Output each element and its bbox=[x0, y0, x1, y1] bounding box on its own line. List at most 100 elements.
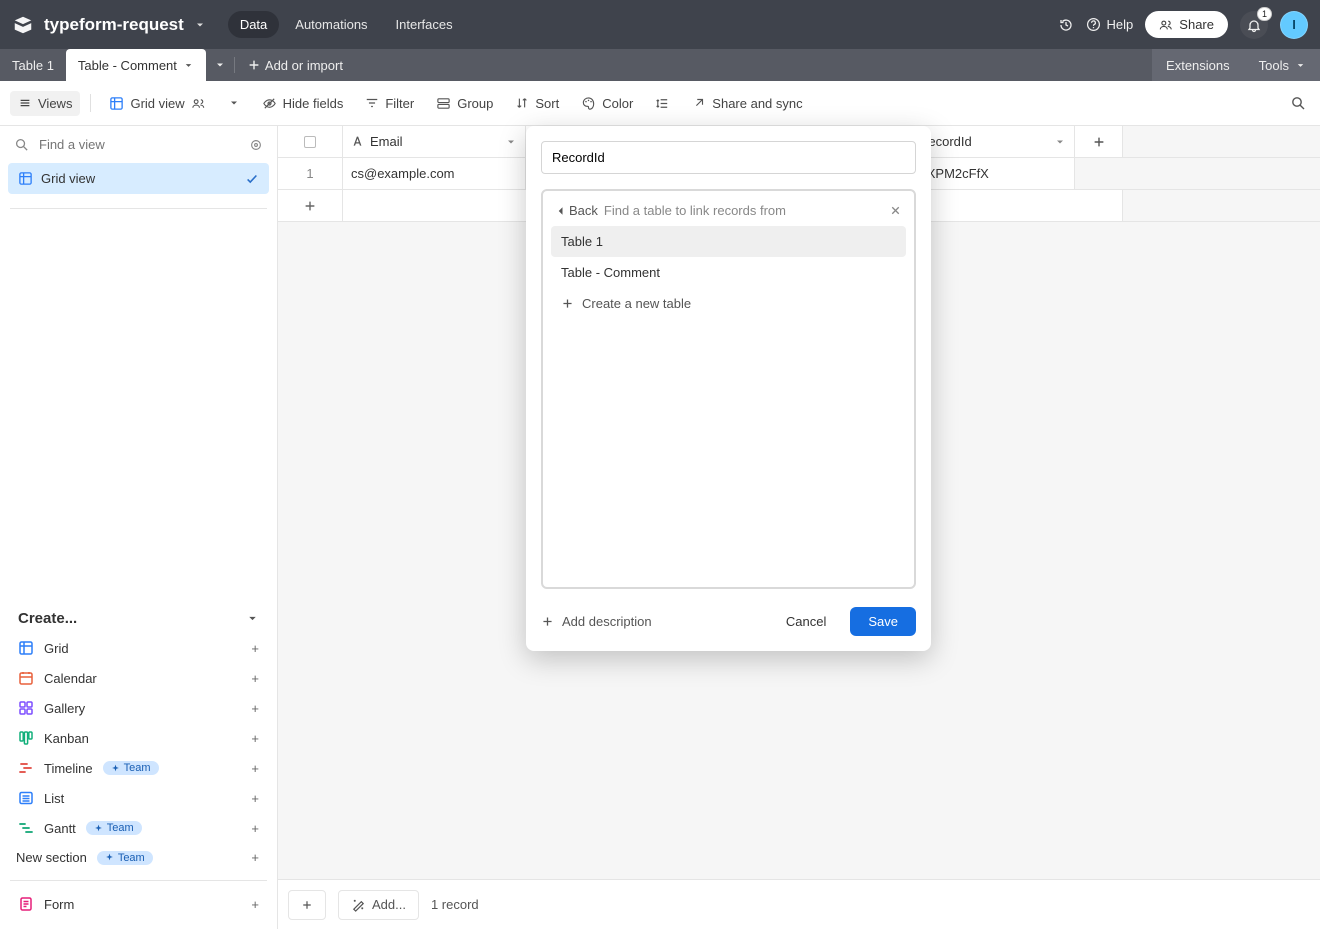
gantt-icon bbox=[18, 820, 34, 836]
create-row-label: Gantt bbox=[44, 821, 76, 836]
settings-icon[interactable] bbox=[249, 138, 263, 152]
search-records-button[interactable] bbox=[1286, 91, 1310, 115]
create-gantt-view[interactable]: Gantt Team + bbox=[10, 813, 267, 843]
chevron-left-icon bbox=[555, 205, 567, 217]
nav-data[interactable]: Data bbox=[228, 11, 279, 38]
list-icon bbox=[18, 790, 34, 806]
create-row-label: Grid bbox=[44, 641, 69, 656]
record-count: 1 record bbox=[431, 897, 479, 912]
table-tab-2-label: Table - Comment bbox=[78, 58, 177, 73]
history-button[interactable] bbox=[1058, 17, 1074, 33]
create-row-label: Timeline bbox=[44, 761, 93, 776]
menu-icon bbox=[18, 96, 32, 110]
table-tab-1-label: Table 1 bbox=[12, 58, 54, 73]
grid-icon bbox=[18, 171, 33, 186]
share-sync-button[interactable]: Share and sync bbox=[684, 91, 810, 116]
column-header-email[interactable]: Email bbox=[343, 126, 526, 157]
create-row-label: New section bbox=[16, 850, 87, 865]
text-icon bbox=[351, 135, 364, 148]
tools-button[interactable]: Tools bbox=[1245, 49, 1320, 81]
chevron-down-icon[interactable] bbox=[505, 136, 517, 148]
select-all-header[interactable] bbox=[278, 126, 343, 157]
add-or-import-table[interactable]: Add or import bbox=[235, 49, 355, 81]
create-new-table-option[interactable]: Create a new table bbox=[551, 288, 906, 319]
row-height-button[interactable] bbox=[647, 91, 678, 116]
calendar-icon bbox=[18, 670, 34, 686]
find-view-input[interactable] bbox=[37, 136, 241, 153]
nav-interfaces[interactable]: Interfaces bbox=[384, 11, 465, 38]
create-new-section[interactable]: New section Team + bbox=[10, 843, 267, 872]
filter-button[interactable]: Filter bbox=[357, 91, 422, 116]
team-badge: Team bbox=[103, 761, 159, 775]
create-label: Create... bbox=[18, 610, 77, 627]
sort-button[interactable]: Sort bbox=[507, 91, 567, 116]
views-sidebar: Grid view Create... Grid + Calendar + Ga… bbox=[0, 126, 278, 929]
chevron-down-icon bbox=[1295, 60, 1306, 71]
cancel-button[interactable]: Cancel bbox=[772, 607, 840, 636]
share-button[interactable]: Share bbox=[1145, 11, 1228, 38]
create-gallery-view[interactable]: Gallery + bbox=[10, 693, 267, 723]
back-button[interactable]: Back bbox=[555, 203, 598, 218]
link-table-search-placeholder[interactable]: Find a table to link records from bbox=[604, 203, 883, 218]
create-row-label: Gallery bbox=[44, 701, 85, 716]
help-icon bbox=[1086, 17, 1101, 32]
link-table-panel: Back Find a table to link records from T… bbox=[541, 189, 916, 589]
account-avatar[interactable]: I bbox=[1280, 11, 1308, 39]
plus-icon bbox=[278, 190, 343, 221]
grid-area: Email Comment Date RecordId bbox=[278, 126, 1320, 929]
close-button[interactable] bbox=[889, 204, 902, 217]
create-grid-view[interactable]: Grid + bbox=[10, 633, 267, 663]
history-icon bbox=[1058, 17, 1074, 33]
plus-icon: + bbox=[251, 701, 259, 716]
link-table-option-table-comment[interactable]: Table - Comment bbox=[551, 257, 906, 288]
link-table-option-table-1[interactable]: Table 1 bbox=[551, 226, 906, 257]
gallery-icon bbox=[18, 700, 34, 716]
grid-footer: Add... 1 record bbox=[278, 879, 1320, 929]
table-tabs-menu[interactable] bbox=[206, 49, 234, 81]
create-kanban-view[interactable]: Kanban + bbox=[10, 723, 267, 753]
share-label: Share bbox=[1179, 17, 1214, 32]
create-row-label: Form bbox=[44, 897, 74, 912]
save-button[interactable]: Save bbox=[850, 607, 916, 636]
notifications-button[interactable]: 1 bbox=[1240, 11, 1268, 39]
help-label: Help bbox=[1107, 17, 1134, 32]
create-list-view[interactable]: List + bbox=[10, 783, 267, 813]
extensions-button[interactable]: Extensions bbox=[1152, 49, 1244, 81]
people-icon bbox=[1159, 18, 1173, 32]
view-menu-caret[interactable] bbox=[220, 92, 248, 114]
help-button[interactable]: Help bbox=[1086, 17, 1134, 32]
grid-icon bbox=[109, 96, 124, 111]
create-timeline-view[interactable]: Timeline Team + bbox=[10, 753, 267, 783]
field-config-popover: Back Find a table to link records from T… bbox=[526, 126, 931, 651]
view-item-grid-view[interactable]: Grid view bbox=[8, 163, 269, 194]
create-view-header[interactable]: Create... bbox=[0, 596, 277, 633]
find-view-search[interactable] bbox=[0, 126, 277, 163]
base-switcher[interactable]: typeform-request bbox=[12, 14, 206, 36]
add-field-button[interactable] bbox=[1075, 126, 1123, 157]
share-icon bbox=[692, 96, 706, 110]
table-tab-2[interactable]: Table - Comment bbox=[66, 49, 206, 81]
color-button[interactable]: Color bbox=[573, 91, 641, 116]
plus-icon: + bbox=[251, 641, 259, 656]
share-sync-label: Share and sync bbox=[712, 96, 802, 111]
table-tab-1[interactable]: Table 1 bbox=[0, 49, 66, 81]
eye-off-icon bbox=[262, 96, 277, 111]
add-description-button[interactable]: Add description bbox=[541, 614, 652, 629]
cell-email[interactable]: cs@example.com bbox=[343, 158, 526, 189]
hide-fields-button[interactable]: Hide fields bbox=[254, 91, 352, 116]
nav-automations[interactable]: Automations bbox=[283, 11, 379, 38]
top-nav: Data Automations Interfaces bbox=[228, 11, 465, 38]
field-name-input[interactable] bbox=[541, 141, 916, 174]
chevron-down-icon[interactable] bbox=[1054, 136, 1066, 148]
current-view-switcher[interactable]: Grid view bbox=[101, 91, 213, 116]
group-button[interactable]: Group bbox=[428, 91, 501, 116]
footer-add-menu[interactable]: Add... bbox=[338, 890, 419, 920]
plus-icon: + bbox=[251, 791, 259, 806]
avatar-initial: I bbox=[1292, 17, 1296, 32]
create-row-label: Kanban bbox=[44, 731, 89, 746]
create-form-view[interactable]: Form + bbox=[10, 889, 267, 919]
create-calendar-view[interactable]: Calendar + bbox=[10, 663, 267, 693]
footer-add-record[interactable] bbox=[288, 890, 326, 920]
views-toggle[interactable]: Views bbox=[10, 91, 80, 116]
table-tabs-bar: Table 1 Table - Comment Add or import Ex… bbox=[0, 49, 1320, 81]
